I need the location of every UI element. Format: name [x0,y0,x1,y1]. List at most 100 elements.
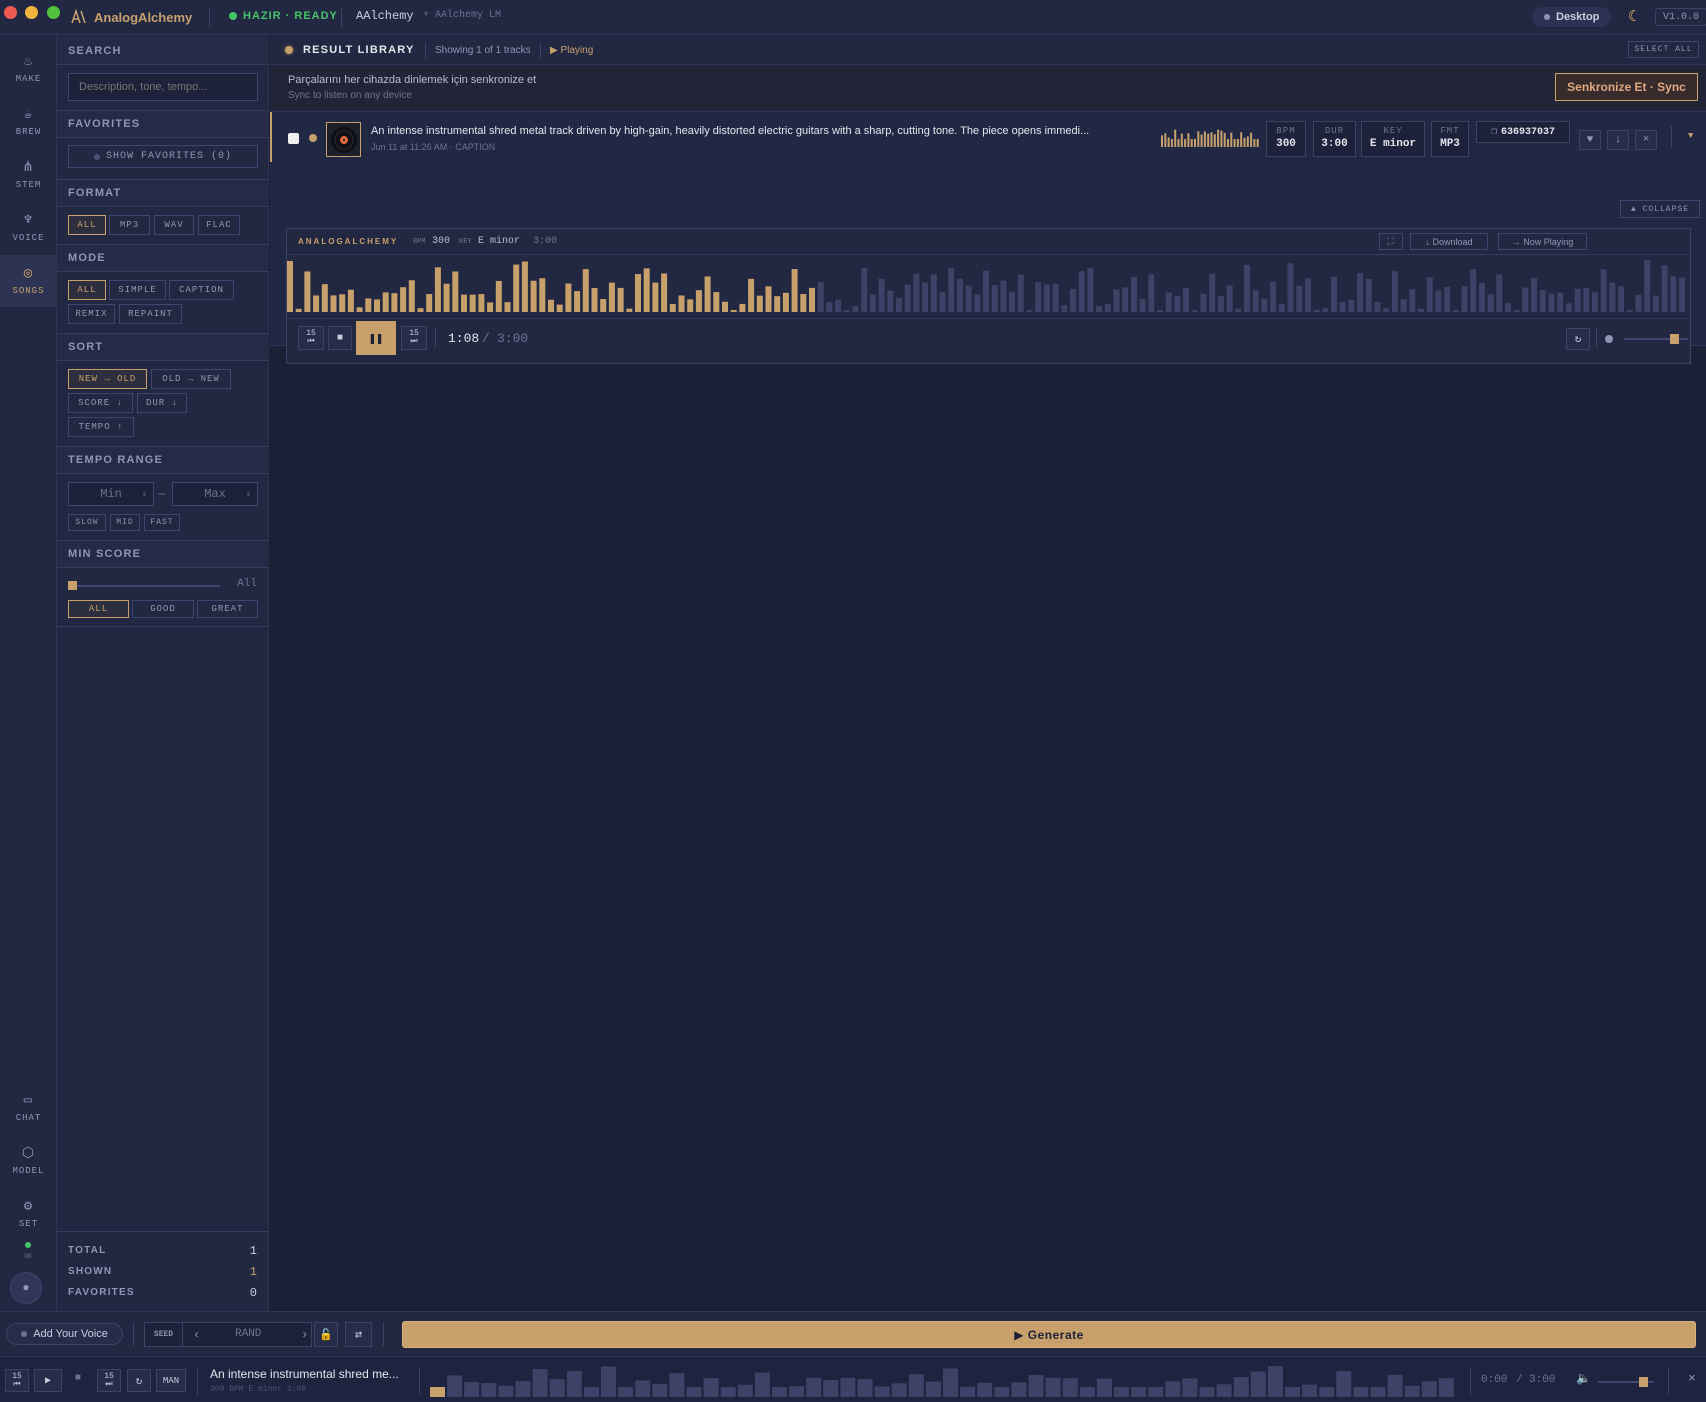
sync-button[interactable]: Senkronize Et · Sync [1555,73,1698,101]
loop-icon[interactable]: ↻ [127,1369,151,1392]
player-time-separator: / [482,331,490,346]
format-all-chip[interactable]: ALL [68,215,106,235]
device-toggle[interactable]: Desktop [1532,7,1612,27]
now-playing-button[interactable]: → Now Playing [1498,233,1587,250]
rail-item-stem[interactable]: ⋔ STEM [0,149,57,201]
player-download-button[interactable]: ↓ Download [1410,233,1488,250]
generate-button[interactable]: ▶ Generate [402,1321,1696,1348]
mode-toggle[interactable]: MAN [156,1369,186,1392]
mute-icon[interactable]: 🔈 [1576,1371,1591,1386]
mode-all-chip[interactable]: ALL [68,280,106,300]
player-panel: ANALOGALCHEMY BPM 300 KEY E minor 3:00 ⛶… [286,228,1691,364]
track-checkbox[interactable] [288,133,299,144]
mode-remix-chip[interactable]: REMIX [68,304,115,324]
tempo-max-input[interactable]: Max ⇕ [172,482,258,506]
lock-icon[interactable]: 🔓 [314,1322,338,1347]
score-great-chip[interactable]: GREAT [197,600,258,618]
format-wav-chip[interactable]: WAV [154,215,194,235]
waveform-bar [1043,284,1050,312]
transport-volume-thumb[interactable] [1638,1377,1648,1387]
waveform-bar [1199,1387,1215,1397]
transport-waveform[interactable] [430,1365,1458,1397]
transport-rewind-button[interactable]: 15 ⏮ [5,1369,29,1392]
rail-item-chat[interactable]: ▭ CHAT [0,1082,57,1134]
track-cover[interactable] [326,122,361,157]
waveform-bar [635,1380,651,1397]
tempo-mid-chip[interactable]: MID [110,514,140,531]
track-waveform[interactable] [1161,125,1259,147]
chevron-down-icon[interactable]: ▼ [1688,131,1693,141]
play-icon[interactable]: ▶ [34,1369,62,1392]
waveform-bar [1104,303,1111,312]
waveform-bar [1250,132,1253,147]
waveform-bar [1296,285,1303,312]
player-volume-thumb[interactable] [1669,334,1679,344]
score-slider-track[interactable] [68,585,220,587]
mode-repaint-chip[interactable]: REPAINT [119,304,182,324]
waveform-bar [1183,288,1190,312]
sort-old-new-chip[interactable]: OLD → NEW [151,369,231,389]
rail-item-brew[interactable]: ☕ BREW [0,96,57,148]
rewind-15-button[interactable]: 15 ⏮ [298,326,324,350]
minimize-window-button[interactable] [25,6,38,19]
waveform-bar [530,280,537,312]
rail-item-songs[interactable]: ◎ SONGS [0,255,57,307]
score-all-chip[interactable]: ALL [68,600,129,618]
track-title[interactable]: An intense instrumental shred metal trac… [371,125,1271,137]
seed-next-icon[interactable]: › [301,1328,308,1342]
stop-icon[interactable]: ■ [328,326,352,350]
download-icon[interactable]: ↓ [1607,130,1629,150]
model-name[interactable]: + AAlchemy LM [423,10,501,21]
swap-icon[interactable]: ⇄ [345,1322,372,1347]
app-name: AAlchemy [356,9,414,23]
moon-icon[interactable]: ☾ [1628,7,1637,26]
rail-item-set[interactable]: ⚙ SET [0,1188,57,1240]
show-favorites-button[interactable]: SHOW FAVORITES (0) [68,145,258,168]
avatar[interactable]: ● [10,1272,42,1304]
stop-icon[interactable]: ■ [75,1373,81,1384]
close-window-button[interactable] [4,6,17,19]
mode-caption-chip[interactable]: CAPTION [169,280,234,300]
seed-prev-icon[interactable]: ‹ [193,1328,200,1342]
rail-item-make[interactable]: ♨ MAKE [0,43,57,95]
app-brand: AnalogAlchemy [70,9,192,25]
tempo-min-input[interactable]: Min ⇕ [68,482,154,506]
collapse-button[interactable]: ▲ COLLAPSE [1620,200,1700,218]
tempo-slow-chip[interactable]: SLOW [68,514,106,531]
sort-dur-chip[interactable]: DUR ↓ [137,393,187,413]
score-good-chip[interactable]: GOOD [132,600,194,618]
tempo-fast-chip[interactable]: FAST [144,514,180,531]
volume-icon[interactable] [1605,335,1613,343]
waveform-bar [765,286,772,312]
rail-label: SET [18,1218,39,1229]
loop-icon[interactable]: ↻ [1566,328,1590,350]
close-icon[interactable]: × [1688,1371,1696,1386]
sort-score-chip[interactable]: SCORE ↓ [68,393,133,413]
delete-icon[interactable]: × [1635,130,1657,150]
add-voice-button[interactable]: Add Your Voice [6,1323,123,1345]
forward-15-button[interactable]: 15 ⏭ [401,326,427,350]
sort-tempo-chip[interactable]: TEMPO ↑ [68,417,134,437]
seed-input[interactable]: RAND [235,1328,261,1340]
transport-forward-button[interactable]: 15 ⏭ [97,1369,121,1392]
waveform-bar [1383,308,1390,312]
player-waveform[interactable] [287,256,1690,318]
waveform-bar [1174,296,1181,312]
mode-simple-chip[interactable]: SIMPLE [109,280,166,300]
rail-item-voice[interactable]: ♆ VOICE [0,202,57,254]
maximize-window-button[interactable] [47,6,60,19]
format-mp3-chip[interactable]: MP3 [109,215,150,235]
search-input[interactable] [68,73,258,101]
waveform-bar [382,292,389,312]
select-all-button[interactable]: SELECT ALL [1628,41,1699,58]
sync-text: Parçalarını her cihazda dinlemek için se… [288,74,537,86]
score-slider-thumb[interactable] [68,581,77,590]
seed-label: SEED [145,1323,183,1346]
sort-new-old-chip[interactable]: NEW → OLD [68,369,147,389]
rail-item-model[interactable]: ⬡ MODEL [0,1135,57,1187]
seed-copy-button[interactable]: ❐ 636937037 [1476,121,1570,143]
format-flac-chip[interactable]: FLAC [198,215,240,235]
heart-icon[interactable]: ♥ [1579,130,1601,150]
fullscreen-icon[interactable]: ⛶ [1379,233,1403,250]
pause-icon[interactable]: ❚❚ [356,321,396,355]
